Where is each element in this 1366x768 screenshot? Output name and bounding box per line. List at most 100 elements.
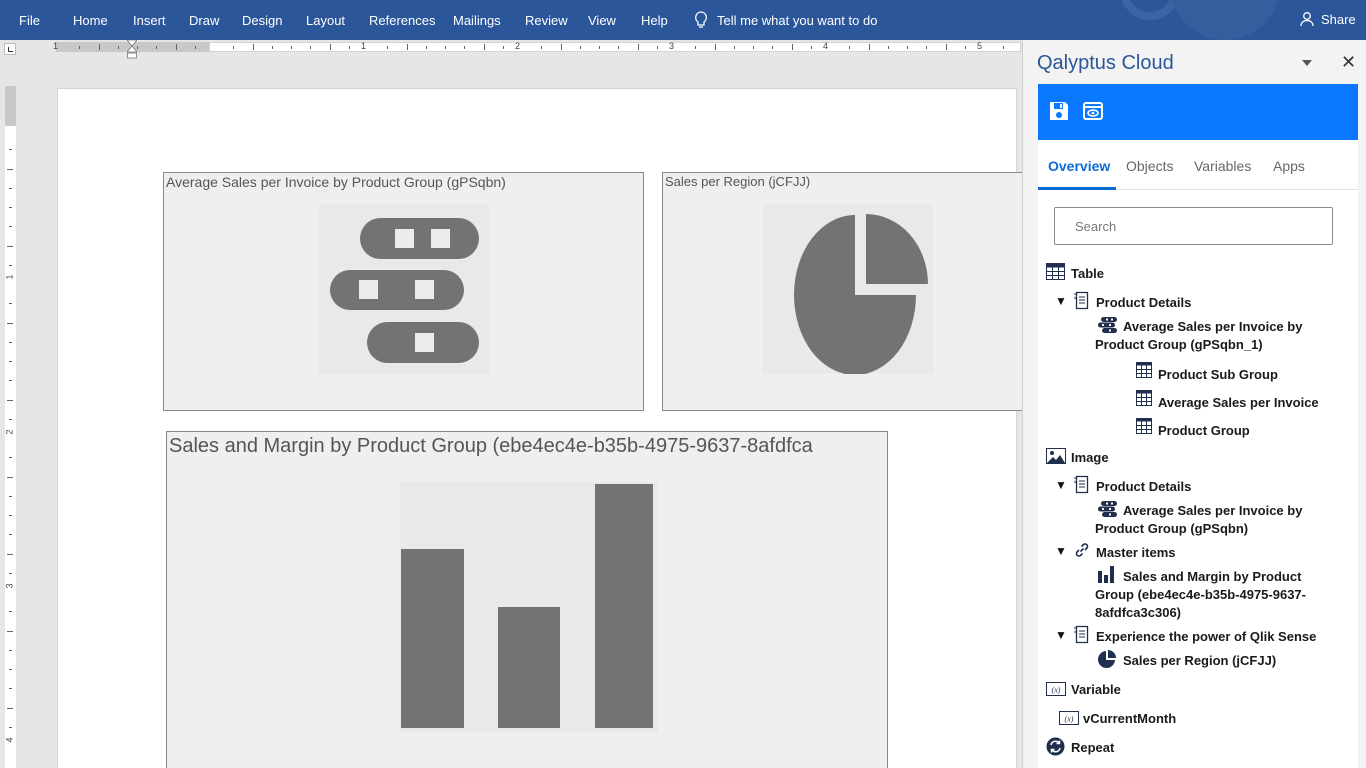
menu-design[interactable]: Design <box>242 13 282 28</box>
ruler-tick <box>638 44 639 50</box>
tree-node-vcurrentmonth[interactable]: vCurrentMonth <box>1083 710 1176 728</box>
ruler-tick <box>272 46 273 49</box>
menu-review[interactable]: Review <box>525 13 568 28</box>
tree-node-table[interactable]: Table <box>1071 265 1104 283</box>
pane-options-chevron-icon[interactable] <box>1301 58 1313 68</box>
ruler-tick <box>9 207 12 208</box>
ruler-number: 1 <box>53 41 59 51</box>
tree-node-sales-margin-cont[interactable]: 8afdfca3c306) <box>1095 604 1181 622</box>
tree-node-master-items[interactable]: Master items <box>1096 544 1175 562</box>
collapse-triangle-icon[interactable]: ▼ <box>1055 478 1067 492</box>
ruler-tick <box>9 419 12 420</box>
ruler-number: 3 <box>4 583 15 589</box>
ruler-tick <box>9 342 12 343</box>
tree-node-sales-margin-cont[interactable]: Group (ebe4ec4e-b35b-4975-9637- <box>1095 586 1306 604</box>
tree-node-experience-sheet[interactable]: Experience the power of Qlik Sense <box>1096 628 1316 646</box>
ruler-tick <box>426 46 427 49</box>
share-label: Share <box>1321 11 1356 27</box>
close-icon[interactable]: ✕ <box>1341 52 1356 73</box>
collapse-triangle-icon[interactable]: ▼ <box>1055 544 1067 558</box>
tab-variables[interactable]: Variables <box>1194 158 1251 174</box>
ruler-tick <box>9 534 12 535</box>
menu-home[interactable]: Home <box>73 13 108 28</box>
menu-help[interactable]: Help <box>641 13 668 28</box>
table-rows-icon <box>319 204 489 374</box>
tree-node-field[interactable]: Product Sub Group <box>1158 366 1278 384</box>
ruler-number: 3 <box>669 41 675 51</box>
tell-me-box[interactable]: Tell me what you want to do <box>694 11 877 29</box>
vertical-ruler[interactable]: 1 2 3 4 <box>0 60 24 768</box>
qlik-object-sales-margin[interactable]: Sales and Margin by Product Group (ebe4e… <box>166 431 888 768</box>
ribbon-decoration <box>1120 0 1180 20</box>
collapse-triangle-icon[interactable]: ▼ <box>1055 628 1067 642</box>
sheet-icon <box>1074 475 1089 494</box>
object-title: Average Sales per Invoice by Product Gro… <box>166 174 506 190</box>
link-icon <box>1075 543 1089 557</box>
menu-mailings[interactable]: Mailings <box>453 13 501 28</box>
tree-node-variable[interactable]: Variable <box>1071 681 1121 699</box>
tree-node-field[interactable]: Average Sales per Invoice <box>1158 394 1319 412</box>
tree-node-sales-region[interactable]: Sales per Region (jCFJJ) <box>1123 652 1276 670</box>
tree-node-avg-sales-cont[interactable]: Product Group (gPSqbn_1) <box>1095 336 1263 354</box>
pie-chart-icon <box>763 204 933 374</box>
menu-layout[interactable]: Layout <box>306 13 345 28</box>
tab-objects[interactable]: Objects <box>1126 158 1173 174</box>
ruler-tick <box>618 46 619 49</box>
tab-overview[interactable]: Overview <box>1048 158 1110 174</box>
tab-apps[interactable]: Apps <box>1273 158 1305 174</box>
ruler-tick <box>1003 46 1004 49</box>
ruler-tick <box>137 46 138 49</box>
ruler-tick <box>9 573 12 574</box>
ruler-tick <box>946 44 947 50</box>
ruler-tick <box>291 46 292 49</box>
ruler-tick <box>156 46 157 49</box>
document-area[interactable]: Average Sales per Invoice by Product Gro… <box>24 60 1022 768</box>
search-input[interactable] <box>1054 207 1333 245</box>
ruler-number: 5 <box>977 41 983 51</box>
ruler-tick <box>792 44 793 50</box>
tree-node-avg-sales[interactable]: Average Sales per Invoice by <box>1123 502 1302 520</box>
ruler-tick <box>772 46 773 49</box>
qlik-object-sales-region[interactable]: Sales per Region (jCFJJ) <box>662 172 1022 411</box>
tree-node-product-details[interactable]: Product Details <box>1096 478 1191 496</box>
tree-node-field[interactable]: Product Group <box>1158 422 1250 440</box>
tree-node-image[interactable]: Image <box>1071 449 1109 467</box>
ruler-tick <box>9 611 12 612</box>
ruler-tick <box>9 496 12 497</box>
save-icon[interactable] <box>1048 100 1070 122</box>
menu-draw[interactable]: Draw <box>189 13 219 28</box>
ruler-tick <box>7 169 13 170</box>
tree-node-avg-sales[interactable]: Average Sales per Invoice by <box>1123 318 1302 336</box>
ruler-number: 2 <box>4 429 15 435</box>
ruler-tick <box>9 727 12 728</box>
menu-insert[interactable]: Insert <box>133 13 166 28</box>
tell-me-text: Tell me what you want to do <box>717 12 878 28</box>
table-rows-icon <box>1098 317 1117 333</box>
share-button[interactable]: Share <box>1300 11 1356 27</box>
variable-icon: (x) <box>1046 682 1066 696</box>
object-title: Sales per Region (jCFJJ) <box>665 174 811 189</box>
ruler-tick <box>118 46 119 49</box>
tab-selector[interactable] <box>4 43 16 55</box>
tree-node-repeat[interactable]: Repeat <box>1071 739 1114 757</box>
table-icon <box>1046 263 1065 280</box>
tree-node-sales-margin[interactable]: Sales and Margin by Product <box>1123 568 1301 586</box>
horizontal-ruler[interactable]: 1 1 2 3 4 5 <box>0 40 1022 60</box>
indent-marker-icon[interactable] <box>127 40 137 60</box>
ruler-tick <box>7 708 13 709</box>
ruler-tick <box>195 46 196 49</box>
collapse-triangle-icon[interactable]: ▼ <box>1055 294 1067 308</box>
menu-file[interactable]: File <box>19 13 40 28</box>
ruler-tick <box>7 400 13 401</box>
tree-node-avg-sales-cont[interactable]: Product Group (gPSqbn) <box>1095 520 1248 538</box>
menu-references[interactable]: References <box>369 13 435 28</box>
ruler-number: 4 <box>4 737 15 743</box>
qlik-object-avg-sales[interactable]: Average Sales per Invoice by Product Gro… <box>163 172 644 411</box>
preview-icon[interactable] <box>1082 100 1104 122</box>
ruler-tick <box>99 44 100 50</box>
sheet-icon <box>1074 625 1089 644</box>
document-page[interactable]: Average Sales per Invoice by Product Gro… <box>57 88 1022 768</box>
tree-node-product-details[interactable]: Product Details <box>1096 294 1191 312</box>
menu-view[interactable]: View <box>588 13 616 28</box>
pie-chart-icon <box>1098 650 1116 668</box>
